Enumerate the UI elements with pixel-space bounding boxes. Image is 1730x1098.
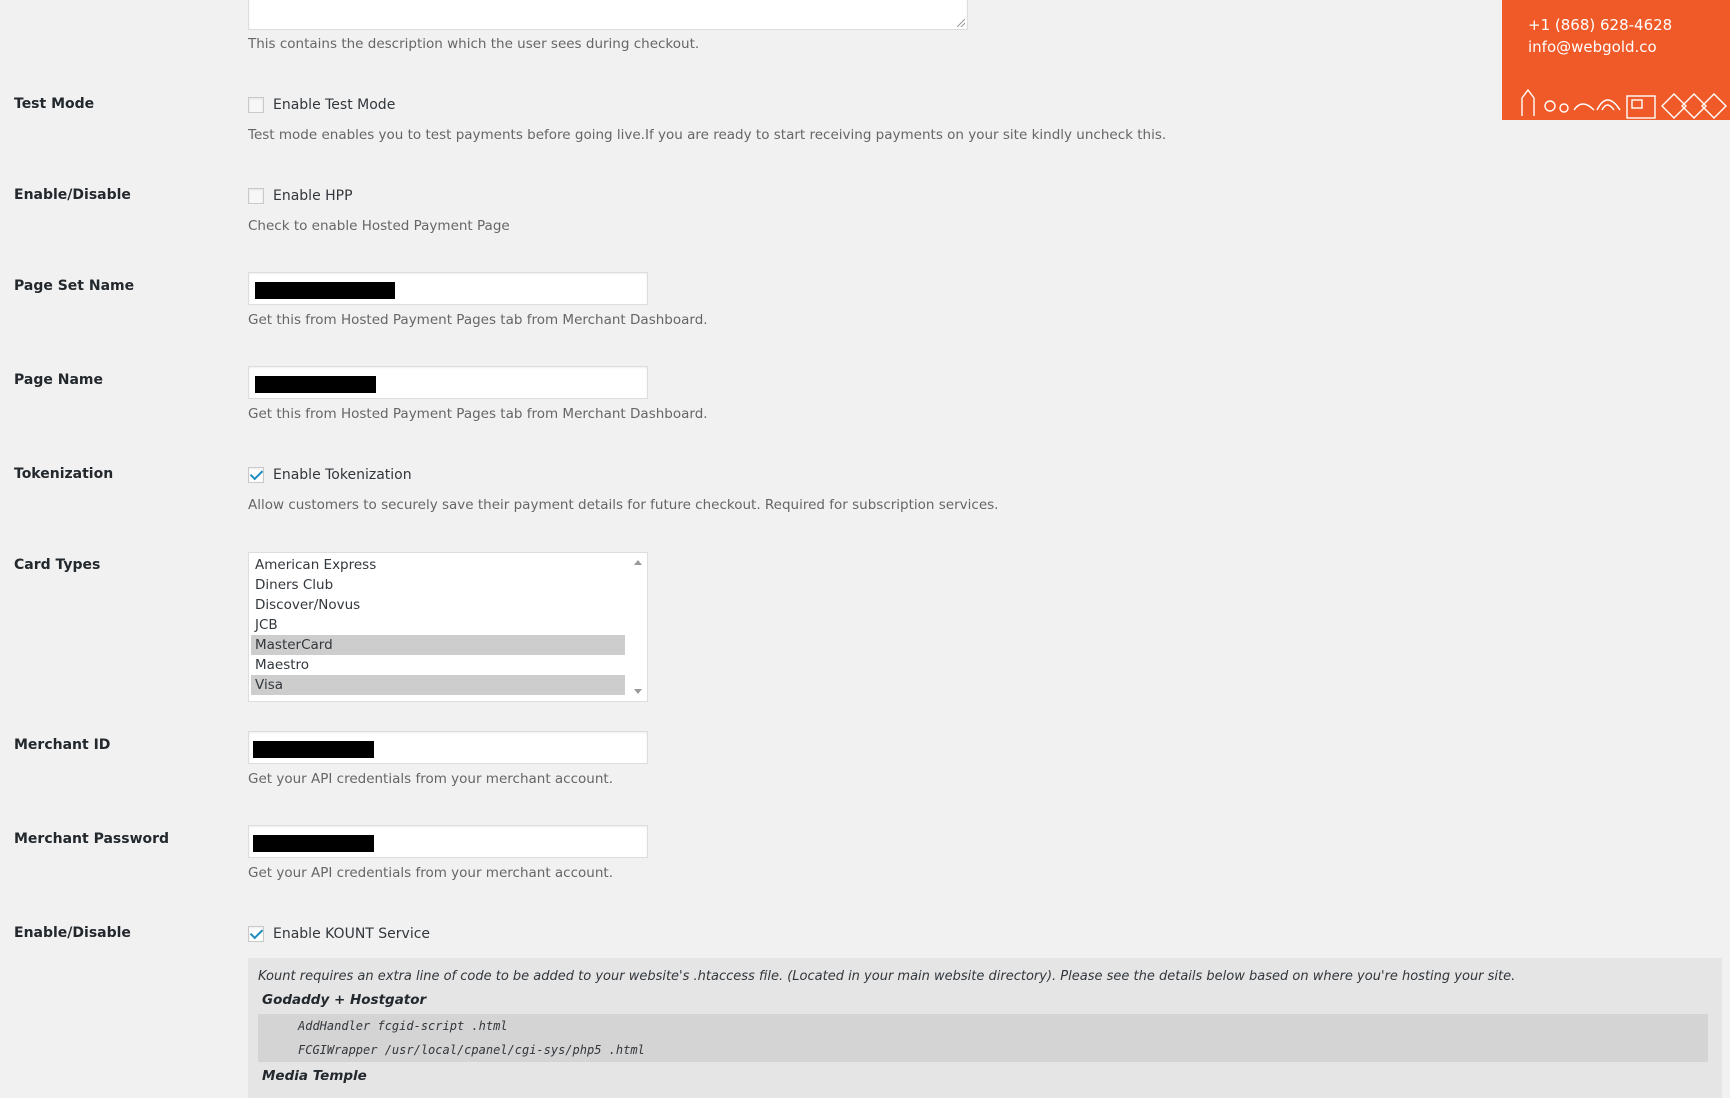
- merchant-password-label: Merchant Password: [14, 831, 170, 847]
- card-type-option[interactable]: Visa: [251, 675, 625, 695]
- hpp-label: Enable/Disable: [14, 187, 131, 203]
- redacted-value: [253, 741, 374, 758]
- kount-instructions: Kount requires an extra line of code to …: [248, 958, 1722, 1098]
- contact-phone: +1 (868) 628-4628: [1528, 16, 1673, 34]
- host-heading-godaddy: Godaddy + Hostgator: [262, 992, 427, 1008]
- hpp-checkbox-label[interactable]: Enable HPP: [273, 188, 353, 204]
- page-name-input[interactable]: [248, 366, 648, 399]
- page-name-help: Get this from Hosted Payment Pages tab f…: [248, 406, 708, 422]
- tokenization-help: Allow customers to securely save their p…: [248, 497, 999, 513]
- description-help: This contains the description which the …: [248, 36, 700, 52]
- tech-illustration-icon: [1521, 88, 1727, 119]
- card-type-option[interactable]: Diners Club: [251, 575, 625, 595]
- card-type-option[interactable]: American Express: [251, 555, 625, 575]
- card-type-option[interactable]: Discover/Novus: [251, 595, 625, 615]
- card-type-option[interactable]: JCB: [251, 615, 625, 635]
- tokenization-label: Tokenization: [14, 466, 114, 482]
- scroll-up-arrow-icon[interactable]: [634, 560, 642, 565]
- resize-handle-icon[interactable]: [957, 19, 965, 27]
- card-type-option[interactable]: Maestro: [251, 655, 625, 675]
- checkmark-icon: [249, 925, 263, 940]
- merchant-id-input[interactable]: [248, 731, 648, 764]
- page-set-name-help: Get this from Hosted Payment Pages tab f…: [248, 312, 708, 328]
- merchant-id-label: Merchant ID: [14, 737, 111, 753]
- card-types-select[interactable]: American Express Diners Club Discover/Novu…: [248, 552, 648, 702]
- tokenization-checkbox[interactable]: [248, 466, 264, 483]
- kount-checkbox[interactable]: [248, 925, 264, 942]
- merchant-password-input[interactable]: [248, 825, 648, 858]
- host-heading-media-temple: Media Temple: [262, 1068, 367, 1084]
- hpp-option[interactable]: Enable HPP: [248, 188, 353, 204]
- hpp-help: Check to enable Hosted Payment Page: [248, 218, 510, 234]
- merchant-id-help: Get your API credentials from your merch…: [248, 771, 613, 787]
- test-mode-label: Test Mode: [14, 96, 95, 112]
- page-name-label: Page Name: [14, 372, 103, 388]
- kount-checkbox-label[interactable]: Enable KOUNT Service: [273, 926, 430, 942]
- code-line: AddHandler fcgid-script .html: [298, 1019, 508, 1033]
- test-mode-help: Test mode enables you to test payments b…: [248, 127, 1167, 143]
- kount-note: Kount requires an extra line of code to …: [258, 969, 1516, 984]
- test-mode-option[interactable]: Enable Test Mode: [248, 97, 395, 113]
- htaccess-code-block: AddHandler fcgid-script .html FCGIWrappe…: [258, 1014, 1708, 1062]
- redacted-value: [255, 282, 395, 299]
- test-mode-checkbox[interactable]: [248, 97, 264, 113]
- code-line: FCGIWrapper /usr/local/cpanel/cgi-sys/ph…: [298, 1043, 645, 1057]
- kount-option[interactable]: Enable KOUNT Service: [248, 925, 430, 942]
- kount-label: Enable/Disable: [14, 925, 131, 941]
- description-textarea[interactable]: [248, 0, 968, 30]
- merchant-password-help: Get your API credentials from your merch…: [248, 865, 613, 881]
- tokenization-checkbox-label[interactable]: Enable Tokenization: [273, 467, 412, 483]
- contact-email: info@webgold.co: [1528, 38, 1657, 56]
- card-types-scrollbar[interactable]: [630, 553, 647, 701]
- page-set-name-label: Page Set Name: [14, 278, 135, 294]
- card-type-option[interactable]: MasterCard: [251, 635, 625, 655]
- checkmark-icon: [249, 466, 263, 481]
- page-set-name-input[interactable]: [248, 272, 648, 305]
- tokenization-option[interactable]: Enable Tokenization: [248, 466, 412, 483]
- card-types-options: American Express Diners Club Discover/Novu…: [249, 555, 625, 695]
- redacted-value: [255, 376, 376, 393]
- card-types-label: Card Types: [14, 557, 101, 573]
- test-mode-checkbox-label[interactable]: Enable Test Mode: [273, 97, 395, 113]
- contact-banner[interactable]: +1 (868) 628-4628 info@webgold.co: [1502, 0, 1730, 120]
- redacted-value: [253, 835, 374, 852]
- scroll-down-arrow-icon[interactable]: [634, 689, 642, 694]
- hpp-checkbox[interactable]: [248, 188, 264, 204]
